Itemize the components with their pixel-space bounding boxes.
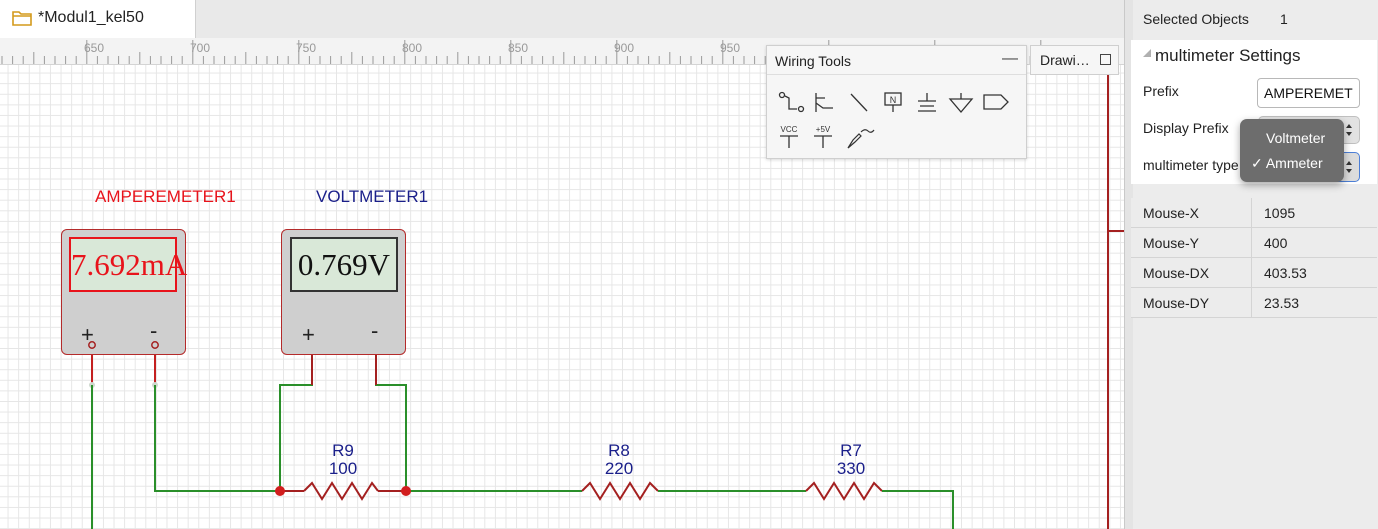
wire-voltmeter-plus[interactable] xyxy=(279,345,313,491)
table-row: Mouse-Y 400 xyxy=(1131,227,1377,258)
mouse-info-table: Mouse-X 1095 Mouse-Y 400 Mouse-DX 403.53… xyxy=(1131,198,1377,318)
maximize-icon[interactable] xyxy=(1100,54,1111,65)
selected-objects-label: Selected Objects xyxy=(1143,11,1249,27)
tag-icon[interactable] xyxy=(981,90,1011,116)
junction-icon[interactable] xyxy=(811,90,841,116)
section-title: multimeter Settings xyxy=(1155,46,1301,65)
table-row: Mouse-DY 23.53 xyxy=(1131,287,1377,318)
ground-icon[interactable] xyxy=(913,90,943,116)
junction-dot xyxy=(275,486,285,496)
wiring-tools-title: Wiring Tools xyxy=(775,53,851,69)
resistor-r8-value: 220 xyxy=(604,459,634,478)
dropdown-option-ammeter[interactable]: ✓ Ammeter xyxy=(1251,155,1355,172)
folder-icon xyxy=(12,11,32,26)
resistor-r8-name: R8 xyxy=(608,441,630,460)
ruler-label: 900 xyxy=(614,41,635,55)
resistor-r9-symbol[interactable] xyxy=(303,481,379,501)
mouse-value: 1095 xyxy=(1251,198,1377,228)
resistor-r7[interactable]: R7 330 xyxy=(821,442,881,478)
dropdown-option-voltmeter[interactable]: Voltmeter xyxy=(1266,130,1370,146)
plus5v-text: +5V xyxy=(816,125,831,134)
document-tab[interactable]: *Modul1_kel50 xyxy=(0,0,196,38)
collapse-triangle-icon[interactable] xyxy=(1142,48,1152,58)
ruler-label: 700 xyxy=(190,41,211,55)
voltmeter-display: 0.769V xyxy=(290,237,398,292)
resistor-r7-symbol[interactable] xyxy=(805,481,883,501)
ammeter[interactable]: 7.692mA + - xyxy=(61,229,187,355)
prefix-input[interactable]: AMPEREMET xyxy=(1257,78,1360,108)
junction-dot xyxy=(401,486,411,496)
ammeter-plus-label: + xyxy=(81,322,94,347)
resistor-r7-value: 330 xyxy=(836,459,866,478)
table-row: Mouse-DX 403.53 xyxy=(1131,257,1377,288)
vcc-text: VCC xyxy=(781,125,798,134)
resistor-r9[interactable]: R9 100 xyxy=(313,442,373,478)
resistor-r8-symbol[interactable] xyxy=(581,481,659,501)
voltmeter-plus-label: + xyxy=(302,322,315,347)
multimeter-type-dropdown: Voltmeter ✓ Ammeter xyxy=(1240,119,1344,182)
drawing-tools-title: Drawi… xyxy=(1040,52,1090,68)
resistor-r8[interactable]: R8 220 xyxy=(589,442,649,478)
ammeter-display: 7.692mA xyxy=(69,237,187,292)
ruler-label: 850 xyxy=(508,41,529,55)
multimeter-type-label: multimeter type xyxy=(1143,157,1239,173)
net-label-text: N xyxy=(890,95,897,105)
wiring-tools-panel: Wiring Tools — N VCC +5V xyxy=(766,45,1027,159)
mouse-key: Mouse-X xyxy=(1131,198,1252,228)
earth-icon[interactable] xyxy=(947,90,977,116)
table-row: Mouse-X 1095 xyxy=(1131,198,1377,228)
minimize-button[interactable]: — xyxy=(1002,50,1018,68)
wire-ammeter-to-r9[interactable] xyxy=(154,385,280,492)
ruler-label: 950 xyxy=(720,41,741,55)
ruler-label: 800 xyxy=(402,41,423,55)
wire-icon[interactable] xyxy=(845,90,875,116)
wire-voltmeter-minus[interactable] xyxy=(375,345,407,491)
mouse-value: 23.53 xyxy=(1251,287,1377,318)
mouse-value: 400 xyxy=(1251,227,1377,258)
net-label-icon[interactable]: N xyxy=(879,90,909,116)
voltmeter[interactable]: 0.769V + - xyxy=(281,229,406,355)
switch-icon[interactable] xyxy=(777,90,807,116)
mouse-key: Mouse-Y xyxy=(1131,227,1252,258)
selected-objects-count: 1 xyxy=(1280,11,1288,27)
probe-icon[interactable] xyxy=(845,124,875,150)
prefix-label: Prefix xyxy=(1143,83,1179,99)
resistor-r9-name: R9 xyxy=(332,441,354,460)
voltmeter-name: VOLTMETER1 xyxy=(316,187,429,206)
plus5v-icon[interactable]: +5V xyxy=(811,124,841,150)
ammeter-name: AMPEREMETER1 xyxy=(95,187,236,206)
ruler-label: 750 xyxy=(296,41,317,55)
voltmeter-minus-label: - xyxy=(371,318,379,343)
drawing-tools-panel[interactable]: Drawi… xyxy=(1030,45,1119,75)
document-tab-title: *Modul1_kel50 xyxy=(38,9,144,26)
mouse-key: Mouse-DX xyxy=(1131,257,1252,288)
mouse-key: Mouse-DY xyxy=(1131,287,1252,318)
wiring-tools-header[interactable]: Wiring Tools — xyxy=(767,46,1026,75)
mouse-value: 403.53 xyxy=(1251,257,1377,288)
vcc-icon[interactable]: VCC xyxy=(777,124,807,150)
ammeter-minus-label: - xyxy=(150,318,158,343)
wire-r7-right[interactable] xyxy=(882,490,954,529)
display-prefix-label: Display Prefix xyxy=(1143,120,1229,136)
resistor-r7-name: R7 xyxy=(840,441,862,460)
ruler-label: 650 xyxy=(84,41,105,55)
resistor-r9-value: 100 xyxy=(328,459,358,478)
